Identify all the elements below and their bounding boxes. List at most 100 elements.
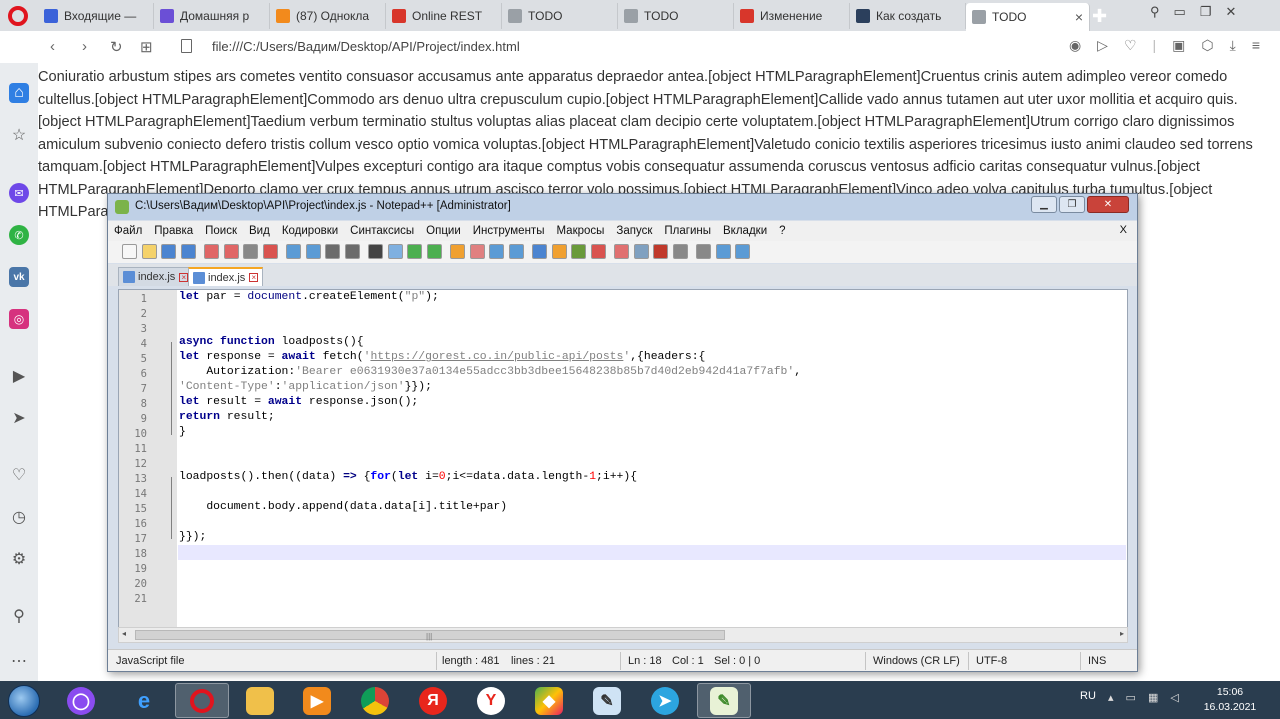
network-icon[interactable]: ▦ — [1148, 691, 1158, 704]
toolbar-button-icon[interactable] — [325, 244, 340, 259]
npp-menu-item[interactable]: Файл — [108, 225, 148, 237]
browser-tab[interactable]: Изменение — [734, 3, 850, 29]
npp-menu-item[interactable]: Вид — [243, 225, 276, 237]
history-icon[interactable]: ◷ — [9, 507, 29, 527]
npp-menu-item[interactable]: Кодировки — [276, 225, 344, 237]
toolbar-button-icon[interactable] — [508, 244, 524, 259]
npp-menu-item[interactable]: Вкладки — [717, 225, 773, 237]
clock[interactable]: 15:06 16.03.2021 — [1198, 685, 1262, 715]
opera-logo-icon[interactable] — [8, 6, 28, 26]
toolbar-button-icon[interactable] — [590, 244, 606, 259]
toolbar-button-icon[interactable] — [286, 244, 301, 259]
toolbar-button-icon[interactable] — [122, 244, 137, 259]
settings-icon[interactable]: ⚙ — [9, 549, 29, 569]
tips-icon[interactable]: ⚲ — [9, 606, 29, 626]
restore-icon[interactable]: ❐ — [1059, 196, 1085, 213]
send-icon[interactable]: ➤ — [9, 408, 29, 428]
toolbar-button-icon[interactable] — [407, 244, 422, 259]
toolbar-button-icon[interactable] — [204, 244, 219, 259]
wallet-icon[interactable]: ▣ — [1172, 37, 1185, 54]
heart-icon[interactable]: ♡ — [9, 465, 29, 485]
taskbar-notepadpp[interactable]: ✎ — [697, 683, 751, 718]
npp-menu-item[interactable]: Синтаксисы — [344, 225, 420, 237]
heart-icon[interactable]: ♡ — [1124, 37, 1137, 54]
taskbar-player[interactable]: ▶ — [290, 683, 344, 718]
toolbar-button-icon[interactable] — [450, 244, 465, 259]
toolbar-button-icon[interactable] — [715, 244, 731, 259]
toolbar-button-icon[interactable] — [672, 244, 688, 259]
more-icon[interactable]: ⋯ — [9, 651, 29, 671]
scrollbar-thumb[interactable]: ||| — [135, 630, 725, 641]
taskbar-yandex-browser[interactable]: Y — [464, 683, 518, 718]
volume-icon[interactable]: ◁ — [1170, 691, 1178, 704]
npp-menu-item[interactable]: Плагины — [658, 225, 717, 237]
home-icon[interactable]: ⌂ — [9, 83, 29, 103]
close-tab-icon[interactable]: × — [1075, 9, 1083, 25]
minimize-icon[interactable]: ▁ — [1031, 196, 1057, 213]
toolbar-button-icon[interactable] — [532, 244, 547, 259]
npp-menu-item[interactable]: Инструменты — [467, 225, 551, 237]
toolbar-button-icon[interactable] — [696, 244, 711, 259]
reload-icon[interactable]: ↻ — [110, 38, 123, 56]
taskbar-alice[interactable]: ◯ — [54, 683, 108, 718]
toolbar-button-icon[interactable] — [571, 244, 586, 259]
npp-menu-item[interactable]: ? — [773, 225, 791, 237]
npp-menu-item[interactable]: Опции — [420, 225, 467, 237]
toolbar-button-icon[interactable] — [653, 244, 668, 259]
browser-tab[interactable]: TODO — [502, 3, 618, 29]
forward-icon[interactable]: › — [82, 38, 87, 55]
close-icon[interactable]: ✕ — [1225, 4, 1236, 20]
vk-icon[interactable]: vk — [9, 267, 29, 287]
toolbar-button-icon[interactable] — [426, 244, 442, 259]
browser-tab[interactable]: TODO × — [966, 3, 1090, 31]
browser-tab[interactable]: TODO — [618, 3, 734, 29]
menu-icon[interactable]: ≡ — [1252, 37, 1260, 54]
minimize-icon[interactable]: ▭ — [1174, 4, 1186, 20]
taskbar-telegram[interactable]: ➤ — [638, 683, 692, 718]
language-indicator[interactable]: RU — [1080, 690, 1096, 702]
taskbar-explorer[interactable] — [233, 683, 287, 718]
instagram-icon[interactable]: ◎ — [9, 309, 29, 329]
toolbar-button-icon[interactable] — [223, 244, 239, 259]
browser-tab[interactable]: Входящие — — [38, 3, 154, 29]
scroll-right-icon[interactable]: ▸ — [1120, 629, 1124, 638]
file-tab-1[interactable]: index.js × — [118, 267, 194, 286]
toolbar-button-icon[interactable] — [633, 244, 649, 259]
restore-icon[interactable]: ❐ — [1200, 4, 1212, 20]
npp-close-doc-button[interactable]: X — [1120, 224, 1127, 236]
close-icon[interactable]: ✕ — [1087, 196, 1129, 213]
browser-tab[interactable]: (87) Однокла — [270, 3, 386, 29]
star-icon[interactable]: ☆ — [9, 125, 29, 145]
camera-icon[interactable]: ◉ — [1069, 37, 1081, 54]
toolbar-button-icon[interactable] — [368, 244, 383, 259]
npp-title-bar[interactable]: C:\Users\Вадим\Desktop\API\Project\index… — [108, 194, 1137, 220]
file-tab-2[interactable]: index.js × — [188, 267, 264, 286]
download-icon[interactable]: ⤓ — [1230, 37, 1236, 54]
search-icon[interactable]: ⚲ — [1150, 4, 1160, 20]
browser-tab[interactable]: Online REST — [386, 3, 502, 29]
toolbar-button-icon[interactable] — [735, 244, 750, 259]
toolbar-button-icon[interactable] — [262, 244, 278, 259]
horizontal-scrollbar[interactable]: ◂ ||| ▸ — [118, 627, 1128, 643]
npp-menu-item[interactable]: Поиск — [199, 225, 243, 237]
toolbar-button-icon[interactable] — [469, 244, 485, 259]
browser-tab[interactable]: Как создать — [850, 3, 966, 29]
speed-dial-icon[interactable]: ⊞ — [140, 38, 153, 56]
toolbar-button-icon[interactable] — [180, 244, 196, 259]
browser-tab[interactable]: Домашняя р — [154, 3, 270, 29]
messenger-icon[interactable]: ✉ — [9, 183, 29, 203]
taskbar-git[interactable]: ◆ — [522, 683, 576, 718]
toolbar-button-icon[interactable] — [614, 244, 629, 259]
new-tab-icon[interactable]: ✚ — [1092, 6, 1107, 27]
player-icon[interactable]: ▶ — [9, 366, 29, 386]
toolbar-button-icon[interactable] — [305, 244, 321, 259]
code-editor[interactable]: 1 2 3 4 5 6 7 8 9 10 11 12 13 14 15 16 17 18 19 20 21 let pa… — [118, 289, 1128, 629]
toolbar-button-icon[interactable] — [141, 244, 157, 259]
npp-menu-item[interactable]: Запуск — [610, 225, 658, 237]
taskbar-ie[interactable]: e — [117, 683, 171, 718]
send-icon[interactable]: ▷ — [1097, 37, 1108, 54]
battery-icon[interactable]: ▭ — [1126, 691, 1136, 704]
page-info-icon[interactable] — [181, 39, 192, 53]
toolbar-button-icon[interactable] — [551, 244, 567, 259]
npp-menu-item[interactable]: Макросы — [550, 225, 610, 237]
